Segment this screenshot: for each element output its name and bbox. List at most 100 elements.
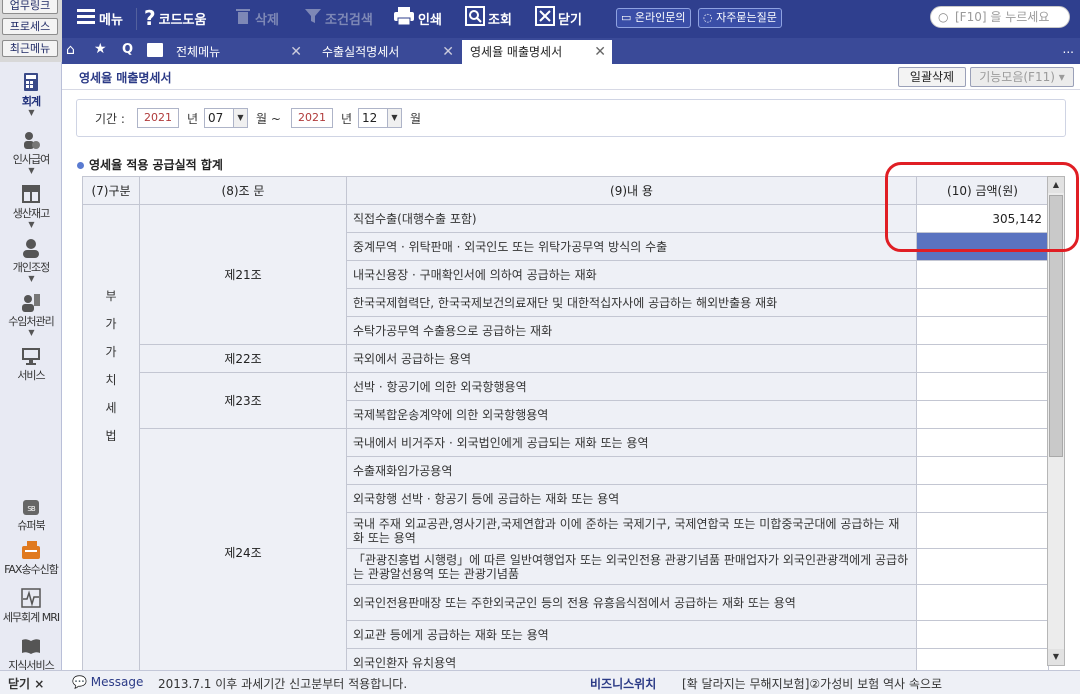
- amount-cell[interactable]: [916, 316, 1049, 345]
- chat-bubble-icon: ◌: [703, 11, 713, 24]
- column-header: (9)내 용: [346, 176, 917, 205]
- from-month-select[interactable]: 07 ▼: [204, 108, 248, 128]
- period-label: 기간 :: [95, 112, 125, 126]
- sidebar-item-personal-adjust[interactable]: 개인조정 ▼: [0, 238, 62, 283]
- sidebar-item-fax[interactable]: FAX송수신함: [0, 540, 62, 577]
- article-cell: 제23조: [139, 372, 347, 429]
- quick-search-icon[interactable]: Q: [122, 42, 133, 57]
- sidebar-item-label: 서비스: [17, 369, 45, 382]
- heartbeat-icon: [21, 588, 41, 608]
- star-icon[interactable]: ★: [94, 41, 107, 57]
- month-tilde-label: 월 ~: [256, 112, 281, 126]
- sidebar-item-label: 수임처관리: [8, 315, 55, 328]
- tab-close-icon[interactable]: ✕: [594, 40, 606, 64]
- function-collection-button[interactable]: 기능모음(F11) ▾: [970, 67, 1074, 87]
- category-cell: 부 가 가 치 세 법: [82, 204, 140, 677]
- sidebar-item-knowledge[interactable]: 지식서비스: [0, 636, 62, 673]
- amount-cell[interactable]: [916, 372, 1049, 401]
- recent-menu-button[interactable]: 최근메뉴: [2, 40, 58, 57]
- sidebar-item-payroll[interactable]: 인사급여 ▼: [0, 130, 62, 175]
- person-building-icon: [22, 294, 40, 312]
- tab-all-menu-label: 전체메뉴: [176, 45, 221, 59]
- print-button[interactable]: 인쇄: [393, 4, 442, 32]
- article-cell: 제22조: [139, 344, 347, 373]
- tab-bar: ⌂ ★ Q 전체메뉴 ✕ 수출실적명세서 ✕ 영세율 매출명세서 ✕ ...: [62, 38, 1080, 64]
- scroll-down-icon[interactable]: ▼: [1048, 649, 1064, 665]
- sidebar-item-accounting[interactable]: 회계 ▼: [0, 72, 62, 117]
- print-label: 인쇄: [418, 12, 442, 28]
- menu-button[interactable]: 메뉴: [76, 4, 123, 32]
- home-icon[interactable]: ⌂: [66, 42, 75, 58]
- description-cell: 국외에서 공급하는 용역: [346, 344, 917, 373]
- tab-close-icon[interactable]: ✕: [442, 40, 454, 64]
- condition-search-button[interactable]: 조건검색: [304, 4, 373, 32]
- amount-cell[interactable]: [916, 288, 1049, 317]
- close-button[interactable]: 닫기: [535, 4, 582, 32]
- code-help-button[interactable]: ? 코드도움: [144, 4, 206, 32]
- lookup-button[interactable]: 조회: [465, 4, 512, 32]
- to-month-select[interactable]: 12 ▼: [358, 108, 402, 128]
- year-unit-label: 년: [341, 112, 353, 126]
- to-year-input[interactable]: 2021: [291, 108, 333, 128]
- more-tabs-button[interactable]: ...: [1063, 42, 1074, 56]
- hamburger-icon: [76, 7, 96, 29]
- highlight-annotation: [885, 162, 1079, 252]
- sidebar-item-service[interactable]: 서비스: [0, 346, 62, 383]
- calendar-icon[interactable]: [147, 43, 163, 57]
- chevron-down-icon: ▼: [28, 166, 34, 175]
- amount-cell[interactable]: [916, 428, 1049, 457]
- sidebar-item-superbook[interactable]: SB 슈퍼북: [0, 496, 62, 533]
- tab-export-performance[interactable]: 수출실적명세서 ✕: [314, 40, 460, 64]
- book-icon: [22, 639, 40, 654]
- message-label-text: Message: [90, 675, 144, 689]
- online-inquiry-button[interactable]: ▭ 온라인문의: [616, 8, 691, 28]
- tab-zero-rate-sales[interactable]: 영세율 매출명세서 ✕: [462, 40, 612, 64]
- description-cell: 국내에서 비거주자 · 외국법인에게 공급되는 재화 또는 용역: [346, 428, 917, 457]
- main-toolbar: 메뉴 ? 코드도움 삭제 조건검색 인쇄 조회 닫기 ▭ 온라인문의 ◌ 자주묻는…: [0, 0, 1080, 38]
- sidebar-close-button[interactable]: 닫기 ×: [8, 675, 44, 692]
- chevron-down-icon: ▼: [28, 328, 34, 337]
- amount-cell[interactable]: [916, 512, 1049, 549]
- category-char: 가: [105, 344, 117, 359]
- amount-cell[interactable]: [916, 456, 1049, 485]
- delete-button[interactable]: 삭제: [234, 4, 279, 32]
- from-year-input[interactable]: 2021: [137, 108, 179, 128]
- bulk-delete-button[interactable]: 일괄삭제: [898, 67, 966, 87]
- svg-text:SB: SB: [27, 505, 35, 513]
- article-cell: 제21조: [139, 204, 347, 345]
- sidebar: 회계 ▼ 인사급여 ▼ 생산재고 ▼ 개인조정 ▼ 수임처관리 ▼ 서비스 SB…: [0, 62, 62, 694]
- sidebar-item-label: 세무회계 MRI: [2, 611, 60, 624]
- amount-cell[interactable]: [916, 344, 1049, 373]
- amount-cell[interactable]: [916, 400, 1049, 429]
- tab-zero-rate-label: 영세율 매출명세서: [470, 45, 563, 59]
- sidebar-item-production[interactable]: 생산재고 ▼: [0, 184, 62, 229]
- process-button[interactable]: 프로세스: [2, 18, 58, 35]
- close-label: 닫기: [558, 12, 582, 28]
- box-grid-icon: [22, 185, 40, 203]
- search-input[interactable]: ○ [F10] 을 누르세요: [930, 6, 1070, 28]
- work-link-button[interactable]: 업무링크: [2, 0, 58, 14]
- sidebar-item-client-mgmt[interactable]: 수임처관리 ▼: [0, 292, 62, 337]
- faq-button[interactable]: ◌ 자주묻는질문: [698, 8, 782, 28]
- monitor-icon: ▭: [621, 11, 632, 24]
- chevron-down-icon: ▼: [28, 108, 34, 117]
- trash-icon: [234, 6, 252, 30]
- delete-label: 삭제: [255, 12, 279, 28]
- description-cell: 한국국제협력단, 한국국제보건의료재단 및 대한적십자사에 공급하는 해외반출용…: [346, 288, 917, 317]
- fax-icon: [22, 541, 40, 559]
- amount-cell[interactable]: [916, 620, 1049, 649]
- description-cell: 내국신용장 · 구매확인서에 의하여 공급하는 재화: [346, 260, 917, 289]
- tab-all-menu[interactable]: 전체메뉴 ✕: [168, 40, 308, 64]
- amount-cell[interactable]: [916, 260, 1049, 289]
- separator: [136, 8, 137, 30]
- tab-close-icon[interactable]: ✕: [290, 40, 302, 64]
- person-icon: [23, 239, 39, 258]
- sidebar-item-mri[interactable]: 세무회계 MRI: [0, 588, 62, 625]
- news-ticker[interactable]: [확 달라지는 무해지보험]②가성비 보험 역사 속으로: [682, 675, 942, 692]
- amount-cell[interactable]: [916, 548, 1049, 585]
- sidebar-item-label: FAX송수신함: [4, 563, 59, 576]
- function-collection-label: 기능모음(F11): [979, 70, 1055, 84]
- to-month-value: 12: [362, 111, 378, 125]
- amount-cell[interactable]: [916, 484, 1049, 513]
- amount-cell[interactable]: [916, 584, 1049, 621]
